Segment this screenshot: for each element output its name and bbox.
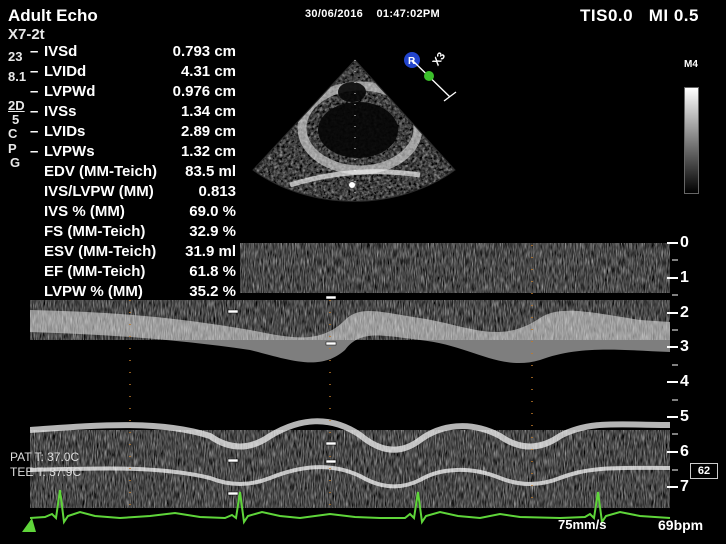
- sector-image: [252, 59, 456, 202]
- measurement-value: 0.813: [198, 183, 236, 200]
- depth-label: 3: [680, 338, 689, 356]
- measurement-label: EF (MM-Teich): [44, 263, 146, 280]
- pat-temperature: PAT T: 37.0C: [10, 450, 80, 464]
- sweep-speed: 75mm/s: [558, 517, 607, 532]
- measurement-label: LVIDs: [44, 123, 86, 140]
- measurement-value: 4.31 cm: [180, 63, 236, 80]
- measurement-value: 2.89 cm: [180, 123, 236, 140]
- heart-rate: 69bpm: [658, 517, 704, 533]
- depth-label: 6: [680, 442, 689, 460]
- tee-temperature: TEE T: 37.9C: [10, 465, 82, 479]
- depth-label: 4: [680, 373, 689, 391]
- measurement-value: 32.9 %: [189, 223, 236, 240]
- measurement-value: 61.8 %: [189, 263, 236, 280]
- depth-label: 7: [680, 477, 689, 495]
- frame-indicator: 62: [690, 463, 718, 479]
- measurement-value: 69.0 %: [189, 203, 236, 220]
- measurement-label: EDV (MM-Teich): [44, 163, 158, 180]
- probe-orientation-marker: R: [404, 52, 457, 102]
- measurement-dash: –: [30, 43, 39, 60]
- measurement-value: 0.976 cm: [172, 83, 236, 100]
- measurement-dash: –: [30, 103, 39, 120]
- depth-label: 5: [680, 408, 689, 425]
- measurement-label: IVS % (MM): [44, 203, 125, 220]
- measurement-label: LVPWd: [44, 83, 96, 100]
- measurement-dash: –: [30, 123, 39, 140]
- depth-label: 1: [680, 268, 689, 286]
- gray-map-label: M4: [684, 59, 698, 70]
- measurement-label: ESV (MM-Teich): [44, 243, 157, 260]
- measurement-dash: –: [30, 83, 39, 100]
- measurement-dash: –: [30, 143, 39, 160]
- measurement-value: 1.34 cm: [180, 103, 236, 120]
- measurement-label: IVSd: [44, 43, 78, 60]
- svg-text:R: R: [408, 56, 416, 67]
- measurement-label: IVS/LVPW (MM): [44, 183, 154, 200]
- measurement-value: 31.9 ml: [185, 243, 236, 260]
- depth-label: 0: [680, 234, 689, 251]
- depth-label: 2: [680, 303, 689, 321]
- measurement-value: 35.2 %: [189, 283, 236, 300]
- measurement-dash: –: [30, 63, 39, 80]
- measurement-label: FS (MM-Teich): [44, 223, 146, 240]
- measurement-label: LVIDd: [44, 63, 87, 80]
- measurement-value: 1.32 cm: [180, 143, 236, 160]
- measurement-value: 83.5 ml: [185, 163, 236, 180]
- measurement-label: IVSs: [44, 103, 77, 120]
- measurement-value: 0.793 cm: [172, 43, 236, 60]
- measurement-label: LVPW % (MM): [44, 283, 143, 300]
- measurement-label: LVPWs: [44, 143, 95, 160]
- grayscale-bar: [684, 87, 699, 194]
